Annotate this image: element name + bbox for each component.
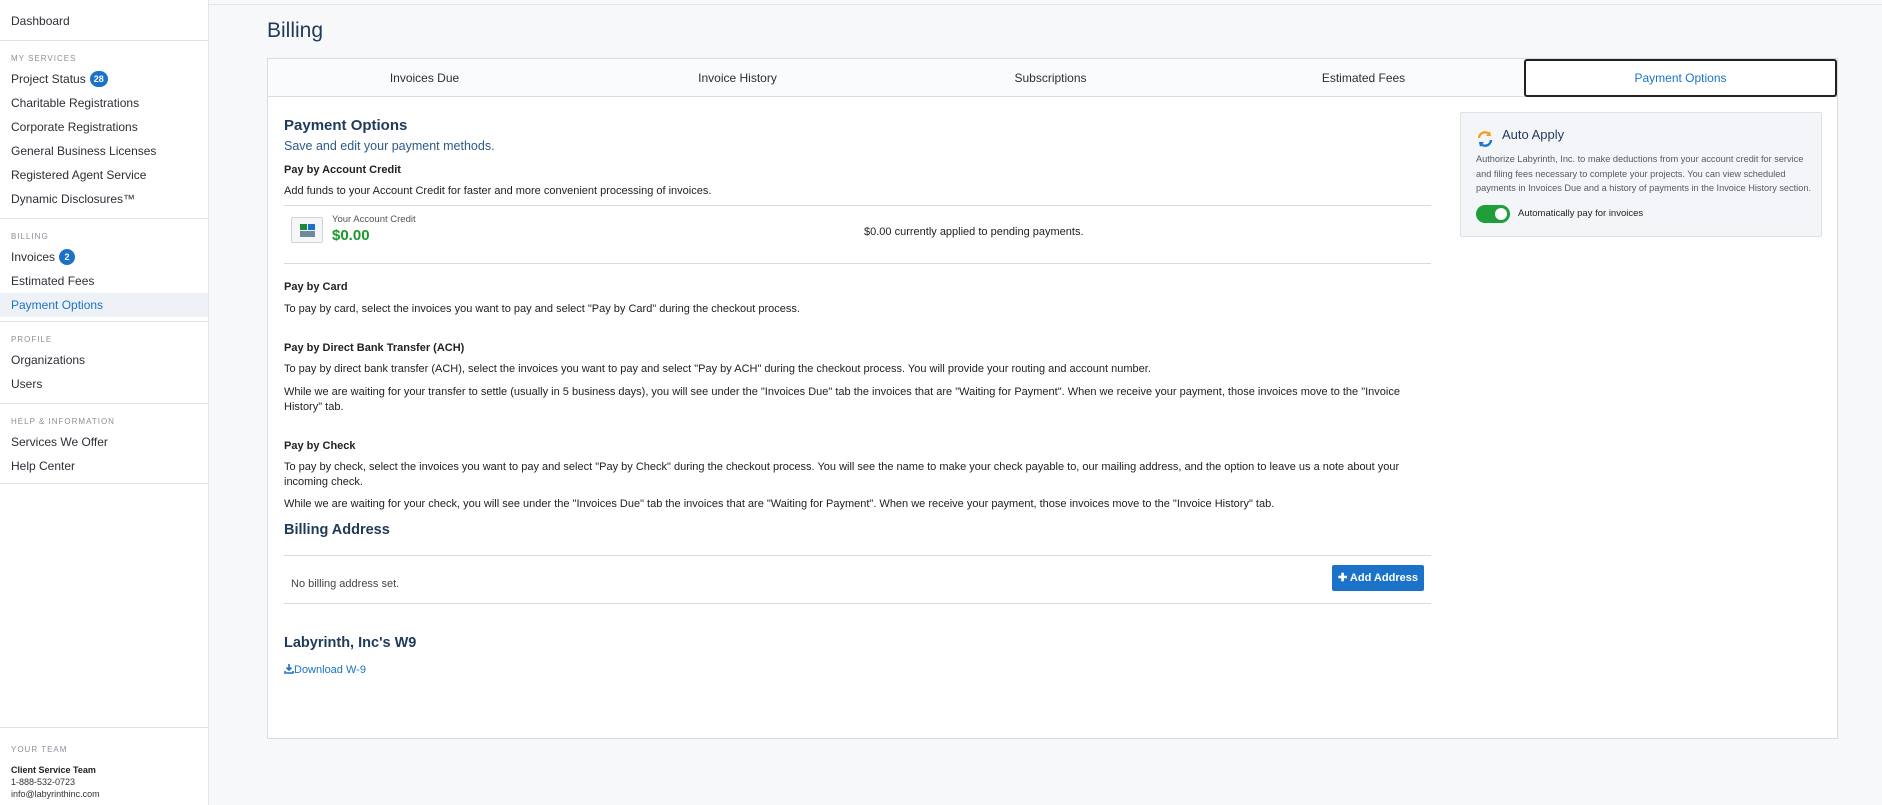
add-address-label: Add Address xyxy=(1349,572,1418,584)
team-name: Client Service Team xyxy=(11,765,96,775)
sync-icon xyxy=(1477,131,1493,147)
sidebar-item-payment-options[interactable]: Payment Options xyxy=(0,293,208,317)
payment-options-heading: Payment Options xyxy=(284,117,408,134)
w9-heading: Labyrinth, Inc's W9 xyxy=(284,635,417,651)
sidebar-section-your-team: YOUR TEAM xyxy=(11,745,68,754)
divider xyxy=(284,555,1431,556)
divider xyxy=(284,263,1431,264)
billing-address-heading: Billing Address xyxy=(284,522,390,538)
count-badge: 28 xyxy=(89,71,108,87)
sidebar-section-billing: BILLING xyxy=(11,232,49,241)
page-title: Billing xyxy=(267,19,324,42)
sidebar-divider xyxy=(0,40,208,41)
sidebar-item-label: Invoices xyxy=(11,250,56,264)
tab-invoices-due[interactable]: Invoices Due xyxy=(268,59,581,97)
sidebar-divider xyxy=(0,483,208,484)
auto-apply-description: Authorize Labyrinth, Inc. to make deduct… xyxy=(1476,154,1811,193)
pay-by-ach-heading: Pay by Direct Bank Transfer (ACH) xyxy=(284,342,465,354)
account-credit-label: Your Account Credit xyxy=(332,214,416,225)
sidebar-item-estimated-fees[interactable]: Estimated Fees xyxy=(0,269,208,293)
account-credit-heading: Pay by Account Credit xyxy=(284,164,401,176)
your-team-panel: YOUR TEAM Client Service Team 1-888-532-… xyxy=(0,727,208,800)
sidebar-item-dashboard[interactable]: Dashboard xyxy=(0,9,208,33)
download-w9-label: Download W-9 xyxy=(294,664,366,676)
count-badge: 2 xyxy=(59,249,76,265)
pay-by-ach-text: To pay by direct bank transfer (ACH), se… xyxy=(284,363,1151,375)
sidebar-section-help: HELP & INFORMATION xyxy=(11,417,115,426)
download-w9-link[interactable]: Download W-9 xyxy=(284,664,366,676)
tab-estimated-fees[interactable]: Estimated Fees xyxy=(1207,59,1520,97)
billing-panel: Invoices Due Invoice History Subscriptio… xyxy=(267,58,1838,739)
pay-by-check-text: To pay by check, select the invoices you… xyxy=(284,461,1400,488)
sidebar-item-organizations[interactable]: Organizations xyxy=(0,348,208,372)
auto-pay-toggle-label: Automatically pay for invoices xyxy=(1518,208,1644,219)
sidebar-section-profile: PROFILE xyxy=(11,335,53,344)
account-credit-text: Add funds to your Account Credit for fas… xyxy=(284,185,712,197)
account-credit-amount: $0.00 xyxy=(332,227,370,244)
tab-subscriptions[interactable]: Subscriptions xyxy=(894,59,1207,97)
add-address-button[interactable]: ✚ Add Address xyxy=(1332,565,1424,591)
payment-options-subheading: Save and edit your payment methods. xyxy=(284,139,495,153)
pay-by-check-heading: Pay by Check xyxy=(284,440,356,452)
sidebar: Dashboard MY SERVICES Project Status 28 C… xyxy=(0,0,209,805)
sidebar-item-invoices[interactable]: Invoices 2 xyxy=(0,245,208,269)
team-phone[interactable]: 1-888-532-0723 xyxy=(0,776,208,788)
top-bar xyxy=(209,0,1882,5)
download-icon xyxy=(284,664,294,674)
sidebar-item-charitable-registrations[interactable]: Charitable Registrations xyxy=(0,91,208,115)
sidebar-item-dynamic-disclosures[interactable]: Dynamic Disclosures™ xyxy=(0,187,208,211)
sidebar-divider xyxy=(0,321,208,322)
plus-icon: ✚ xyxy=(1338,572,1348,584)
pay-by-ach-waiting-text: While we are waiting for your transfer t… xyxy=(284,386,1400,413)
tab-payment-options[interactable]: Payment Options xyxy=(1524,59,1837,97)
sidebar-item-registered-agent-service[interactable]: Registered Agent Service xyxy=(0,163,208,187)
billing-address-empty: No billing address set. xyxy=(291,578,400,590)
divider xyxy=(284,205,1431,206)
sidebar-item-label: Project Status xyxy=(11,72,86,86)
pay-by-card-heading: Pay by Card xyxy=(284,281,348,293)
account-credit-icon xyxy=(291,217,323,243)
sidebar-item-users[interactable]: Users xyxy=(0,372,208,396)
sidebar-section-my-services: MY SERVICES xyxy=(11,54,77,63)
pay-by-check-waiting-text: While we are waiting for your check, you… xyxy=(284,498,1275,510)
auto-apply-card: Auto Apply Authorize Labyrinth, Inc. to … xyxy=(1460,112,1822,237)
auto-pay-toggle[interactable] xyxy=(1476,205,1510,223)
pending-payments-text: $0.00 currently applied to pending payme… xyxy=(864,226,1084,238)
sidebar-item-services-we-offer[interactable]: Services We Offer xyxy=(0,430,208,454)
sidebar-item-general-business-licenses[interactable]: General Business Licenses xyxy=(0,139,208,163)
sidebar-item-project-status[interactable]: Project Status 28 xyxy=(0,67,208,91)
auto-apply-title: Auto Apply xyxy=(1502,127,1565,142)
divider xyxy=(284,603,1431,604)
billing-tabs: Invoices Due Invoice History Subscriptio… xyxy=(268,59,1837,97)
team-email[interactable]: info@labyrinthinc.com xyxy=(0,788,208,800)
sidebar-item-corporate-registrations[interactable]: Corporate Registrations xyxy=(0,115,208,139)
sidebar-divider xyxy=(0,218,208,219)
tab-invoice-history[interactable]: Invoice History xyxy=(581,59,894,97)
sidebar-divider xyxy=(0,403,208,404)
pay-by-card-text: To pay by card, select the invoices you … xyxy=(284,303,800,315)
sidebar-item-help-center[interactable]: Help Center xyxy=(0,454,208,478)
